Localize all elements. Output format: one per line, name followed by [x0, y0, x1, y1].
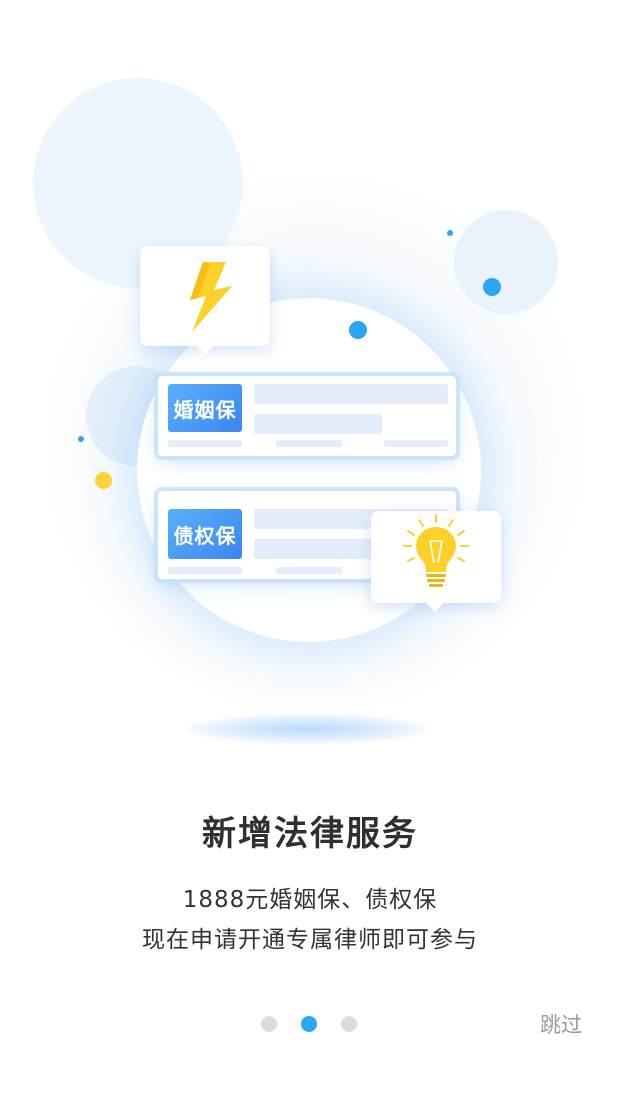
page-indicator-dot[interactable]	[341, 1016, 357, 1032]
page-indicator-dot-active[interactable]	[301, 1016, 317, 1032]
page-title: 新增法律服务	[202, 814, 418, 854]
description-line-1: 1888元婚姻保、债权保	[182, 887, 438, 913]
page-indicator-dot[interactable]	[261, 1016, 277, 1032]
lightbulb-speech-bubble	[371, 511, 501, 603]
placeholder-line	[384, 440, 448, 447]
placeholder-line	[168, 440, 242, 447]
decorative-bubble	[454, 210, 558, 314]
onboarding-screen: 婚姻保 债权保 新增法律服务 1888元婚姻保、债权保 现在申请开通专属律师即可…	[0, 0, 620, 1102]
decorative-dot	[349, 321, 367, 339]
description-line-2: 现在申请开通专属律师即可参与	[142, 927, 478, 953]
placeholder-line	[254, 414, 382, 434]
service-card-marriage: 婚姻保	[158, 376, 456, 456]
service-tag-debt: 债权保	[168, 509, 242, 559]
placeholder-line	[254, 384, 448, 404]
decorative-dot	[78, 436, 84, 442]
lightning-bolt-icon	[190, 262, 232, 332]
decorative-dot	[95, 472, 112, 489]
illustration-shadow	[185, 714, 430, 744]
light-bulb-icon	[403, 514, 469, 587]
placeholder-line	[276, 440, 342, 447]
lightning-speech-bubble	[140, 246, 270, 346]
decorative-dot	[447, 230, 453, 236]
placeholder-line	[276, 567, 342, 574]
service-tag-marriage: 婚姻保	[168, 384, 242, 432]
skip-button[interactable]: 跳过	[540, 1009, 582, 1039]
decorative-dot	[483, 278, 501, 296]
placeholder-line	[168, 567, 242, 574]
